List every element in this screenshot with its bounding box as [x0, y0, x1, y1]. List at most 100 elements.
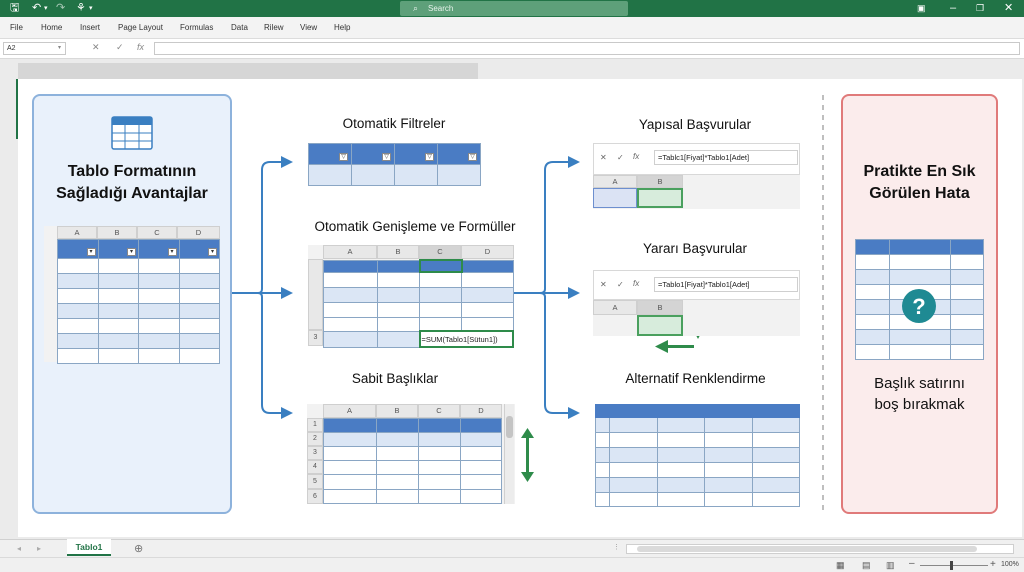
- minimize-icon[interactable]: –: [950, 2, 956, 15]
- save-icon[interactable]: 🖫: [10, 2, 19, 15]
- zoom-level[interactable]: 100%: [1001, 561, 1019, 568]
- semi-refs-sheet: ✕ ✓ fx =Tablo1[Fiyat]*Tablo1[Adet] A B: [593, 270, 800, 336]
- vertical-scrollbar[interactable]: [504, 404, 514, 504]
- col-header: B: [377, 245, 419, 259]
- insert-function-icon[interactable]: fx: [137, 42, 144, 52]
- title-bar: 🖫 ↶ ▾ ↷ ⚘ ▾ ⌕ Search ▣ – ❐ ✕: [0, 0, 1024, 17]
- row-header: 6: [307, 489, 323, 504]
- formula-cell[interactable]: =SUM(Tablo1[Sütun1]): [418, 330, 514, 348]
- col-header: B: [637, 300, 683, 315]
- tab-split-icon[interactable]: ⋮: [613, 543, 620, 551]
- menu-home[interactable]: Home: [41, 23, 62, 32]
- filter-button[interactable]: ▾: [208, 248, 217, 256]
- normal-view-icon[interactable]: ▦: [836, 560, 845, 571]
- enter-icon[interactable]: ✓: [617, 280, 624, 289]
- add-sheet-icon[interactable]: ⊕: [134, 542, 143, 555]
- filter-button[interactable]: ▽: [339, 153, 348, 161]
- search-box[interactable]: ⌕ Search: [400, 1, 628, 16]
- restore-icon[interactable]: ❐: [976, 2, 984, 15]
- undo-dropdown-icon[interactable]: ▾: [44, 2, 48, 15]
- formula-input[interactable]: [154, 42, 1020, 55]
- search-icon: ⌕: [413, 3, 419, 13]
- structured-refs-sheet: ✕ ✓ fx =Tablc1[Fiyat]*Tablo1[Adet] A B: [593, 143, 800, 209]
- insert-function-icon[interactable]: fx: [633, 279, 639, 288]
- cancel-icon[interactable]: ✕: [92, 42, 100, 53]
- row-header: 3: [307, 446, 323, 460]
- menu-file[interactable]: File: [10, 23, 23, 32]
- sheet-tab-bar: ◂ ▸ ⊕ ⋮: [0, 539, 1024, 557]
- filter-button[interactable]: ▽: [382, 153, 391, 161]
- error-title-line2: Görülen Hata: [869, 185, 970, 202]
- formula-input[interactable]: =Tablo1[Fiyat]*Tablo1[Adet]: [654, 277, 798, 292]
- zoom-in-icon[interactable]: +: [990, 559, 996, 570]
- redo-icon[interactable]: ↷: [56, 2, 65, 15]
- filter-button[interactable]: ▽: [468, 153, 477, 161]
- fixed-headers-sheet: A B C D 1 2 3 4 5 6: [307, 404, 515, 504]
- error-table: [855, 239, 984, 360]
- filter-button[interactable]: ▽: [425, 153, 434, 161]
- menu-bar: File Home Insert Page Layout Formulas Da…: [0, 17, 1024, 39]
- ribbon-display-icon[interactable]: ▣: [917, 2, 926, 15]
- menu-data[interactable]: Data: [231, 23, 248, 32]
- status-bar: ▦ ▤ ▥ – + 100%: [0, 557, 1024, 572]
- col-header: B: [97, 226, 137, 239]
- error-title-line1: Pratikte En Sık: [863, 163, 976, 180]
- customize-toolbar-icon[interactable]: ▾: [89, 2, 93, 15]
- error-caption-line1: Başlık satırını: [874, 375, 965, 392]
- filter-button[interactable]: ▾: [127, 248, 136, 256]
- left-table: ▾ ▾ ▾ ▾: [57, 239, 220, 364]
- col-header: A: [323, 245, 377, 259]
- col-header: C: [419, 245, 461, 259]
- enter-icon[interactable]: ✓: [617, 153, 624, 162]
- cell-b[interactable]: [637, 188, 683, 208]
- enter-icon[interactable]: ✓: [116, 42, 124, 53]
- undo-icon[interactable]: ↶: [32, 2, 41, 15]
- zoom-slider-thumb[interactable]: [950, 561, 953, 570]
- prev-sheet-icon[interactable]: ◂: [17, 544, 21, 553]
- name-box[interactable]: A2: [3, 42, 66, 55]
- menu-help[interactable]: Help: [334, 23, 350, 32]
- formula-input[interactable]: =Tablc1[Fiyat]*Tablo1[Adet]: [654, 150, 798, 165]
- col-header: A: [323, 404, 376, 418]
- next-sheet-icon[interactable]: ▸: [37, 544, 41, 553]
- cancel-icon[interactable]: ✕: [600, 280, 607, 289]
- col-header: A: [593, 175, 637, 188]
- name-box-dropdown-icon[interactable]: ▾: [58, 44, 61, 51]
- hscroll-thumb[interactable]: [637, 546, 977, 552]
- structured-refs-title: Yapısal Başvurular: [638, 117, 752, 132]
- col-header: D: [460, 404, 502, 418]
- menu-view[interactable]: View: [300, 23, 317, 32]
- advantages-title-line2: Sağladığı Avantajlar: [56, 185, 208, 202]
- filter-button[interactable]: ▾: [86, 248, 96, 256]
- sheet-tab-tablo1[interactable]: Tablo1: [67, 539, 111, 556]
- zoom-slider[interactable]: [920, 565, 988, 566]
- cancel-icon[interactable]: ✕: [600, 153, 607, 162]
- page-break-view-icon[interactable]: ▥: [886, 560, 895, 571]
- page-layout-view-icon[interactable]: ▤: [862, 560, 871, 571]
- menu-review[interactable]: Rilew: [264, 23, 284, 32]
- col-header: D: [461, 245, 514, 259]
- scrollbar-thumb[interactable]: [506, 416, 513, 438]
- row-header-area: [308, 259, 323, 330]
- menu-formulas[interactable]: Formulas: [180, 23, 213, 32]
- col-header: C: [418, 404, 460, 418]
- close-icon[interactable]: ✕: [1004, 2, 1013, 15]
- error-caption-line2: boş bırakmak: [874, 396, 965, 413]
- semi-refs-title: Yararı Başvurular: [642, 241, 748, 256]
- horizontal-scrollbar[interactable]: [626, 544, 1014, 554]
- expansion-title: Otomatik Genişleme ve Formüller: [314, 219, 516, 234]
- col-header: A: [593, 300, 637, 315]
- expansion-table: =SUM(Tablo1[Sütun1]): [323, 259, 514, 348]
- fixed-headers-title: Sabit Başlıklar: [351, 371, 439, 386]
- cell-a[interactable]: [593, 188, 637, 208]
- menu-page-layout[interactable]: Page Layout: [118, 23, 163, 32]
- fixed-headers-table: [323, 418, 502, 504]
- menu-insert[interactable]: Insert: [80, 23, 100, 32]
- left-sheet-preview: A B C D ▾ ▾ ▾ ▾: [44, 226, 220, 364]
- insert-function-icon[interactable]: fx: [633, 152, 639, 161]
- cell-b[interactable]: [637, 315, 683, 336]
- banding-table: [595, 404, 800, 507]
- zoom-out-icon[interactable]: –: [909, 558, 915, 569]
- filter-button[interactable]: ▾: [167, 248, 177, 256]
- touch-mode-icon[interactable]: ⚘: [76, 2, 86, 15]
